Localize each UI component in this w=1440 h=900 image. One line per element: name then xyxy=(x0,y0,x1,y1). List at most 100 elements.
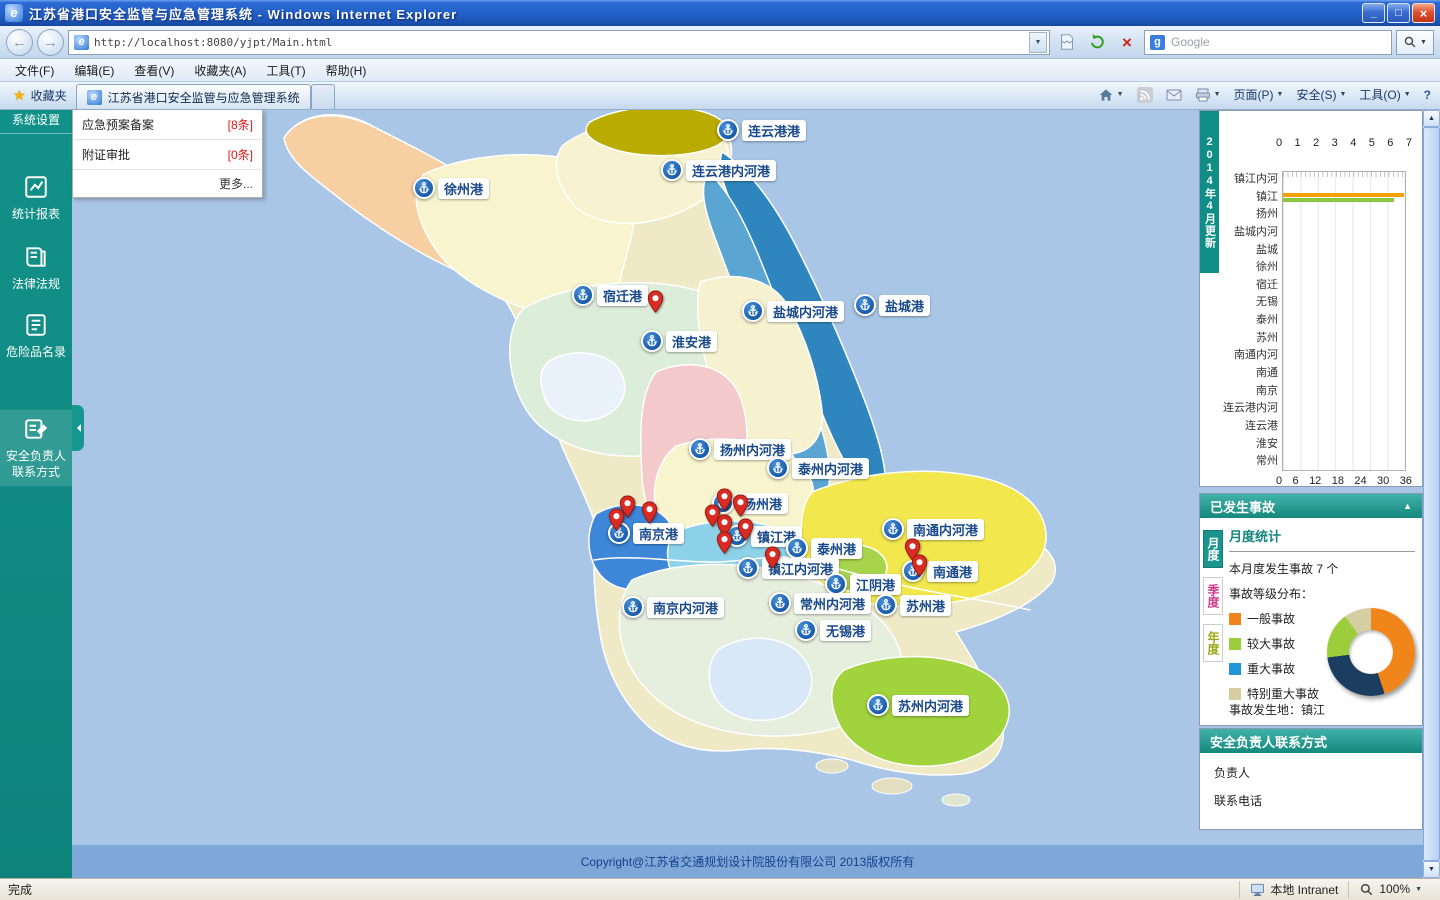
address-bar[interactable]: e http://localhost:8080/yjpt/Main.html ▼ xyxy=(68,29,1050,55)
anchor-icon[interactable] xyxy=(641,330,663,352)
address-dropdown-button[interactable]: ▼ xyxy=(1029,31,1047,53)
search-button[interactable]: ▼ xyxy=(1396,29,1434,55)
port-marker[interactable]: 淮安港 xyxy=(641,330,718,352)
anchor-icon[interactable] xyxy=(742,300,764,322)
scroll-down-button[interactable]: ▼ xyxy=(1423,861,1440,878)
sidebar-item-dangerous-goods[interactable]: 危险品名录 xyxy=(0,306,72,366)
feeds-button[interactable] xyxy=(1132,84,1158,106)
accident-summary: 本月度发生事故 7 个 xyxy=(1229,562,1339,576)
menu-item[interactable]: 编辑(E) xyxy=(64,59,124,82)
incident-pin-icon[interactable] xyxy=(737,518,754,542)
anchor-icon[interactable] xyxy=(854,294,876,316)
forward-button[interactable]: → xyxy=(37,28,64,56)
port-marker[interactable]: 盐城内河港 xyxy=(742,300,845,322)
anchor-icon[interactable] xyxy=(622,596,644,618)
tools-menu-label: 工具(O) xyxy=(1359,88,1401,102)
sidebar-item-safety-contacts[interactable]: 安全负责人联系方式 xyxy=(0,410,72,486)
port-marker[interactable]: 连云港内河港 xyxy=(661,159,777,181)
accident-location: 事故发生地：镇江 xyxy=(1229,703,1326,717)
anchor-icon[interactable] xyxy=(717,119,739,141)
navigation-bar: ← → e http://localhost:8080/yjpt/Main.ht… xyxy=(0,26,1440,59)
port-marker[interactable]: 镇江内河港 xyxy=(737,557,840,579)
collapse-arrow-icon[interactable]: ▲ xyxy=(1403,501,1412,511)
new-tab-stub[interactable] xyxy=(310,84,335,109)
sidebar-item-reports[interactable]: 统计报表 xyxy=(0,168,72,228)
vertical-scrollbar[interactable]: ▲ ▼ xyxy=(1423,110,1440,878)
accident-tab[interactable]: 月度 xyxy=(1203,530,1223,568)
incident-pin-icon[interactable] xyxy=(716,531,733,555)
compatibility-view-button[interactable] xyxy=(1054,29,1080,55)
port-marker[interactable]: 盐城港 xyxy=(854,294,931,316)
incident-pin-icon[interactable] xyxy=(641,501,658,525)
scroll-up-button[interactable]: ▲ xyxy=(1423,110,1440,127)
menu-item[interactable]: 工具(T) xyxy=(256,59,315,82)
url-text[interactable]: http://localhost:8080/yjpt/Main.html xyxy=(94,36,1024,49)
maximize-button[interactable]: □ xyxy=(1387,3,1410,23)
sidebar-item-laws[interactable]: 法律法规 xyxy=(0,238,72,298)
more-link[interactable]: 更多... xyxy=(73,170,262,197)
quick-panel-row[interactable]: 应急预案备案 [8条] xyxy=(73,110,262,140)
quick-panel-row[interactable]: 附证审批 [0条] xyxy=(73,140,262,170)
anchor-icon[interactable] xyxy=(413,177,435,199)
port-marker[interactable]: 南京内河港 xyxy=(622,596,725,618)
port-marker[interactable]: 连云港港 xyxy=(717,119,807,141)
tools-menu-button[interactable]: 工具(O) ▼ xyxy=(1354,83,1415,106)
port-marker[interactable]: 宿迁港 xyxy=(572,284,649,306)
refresh-button[interactable] xyxy=(1084,29,1110,55)
menu-item[interactable]: 收藏夹(A) xyxy=(184,59,256,82)
back-button[interactable]: ← xyxy=(6,28,33,56)
incident-pin-icon[interactable] xyxy=(764,546,781,570)
zoom-level: 100% xyxy=(1379,882,1411,897)
anchor-icon[interactable] xyxy=(786,537,808,559)
search-placeholder[interactable]: Google xyxy=(1171,35,1210,49)
accident-tab[interactable]: 季度 xyxy=(1203,577,1223,615)
sidebar-collapse-handle[interactable] xyxy=(72,405,84,451)
minimize-button[interactable]: _ xyxy=(1362,3,1385,23)
accident-panel-header[interactable]: 已发生事故 ▲ xyxy=(1200,494,1422,518)
search-box[interactable]: g Google xyxy=(1144,29,1392,55)
stop-button[interactable]: × xyxy=(1114,29,1140,55)
anchor-icon[interactable] xyxy=(867,694,889,716)
anchor-icon[interactable] xyxy=(795,619,817,641)
anchor-icon[interactable] xyxy=(767,457,789,479)
safety-menu-button[interactable]: 安全(S) ▼ xyxy=(1291,83,1351,106)
incident-pin-icon[interactable] xyxy=(608,508,625,532)
port-marker[interactable]: 泰州港 xyxy=(786,537,863,559)
anchor-icon[interactable] xyxy=(661,159,683,181)
tab-main[interactable]: e 江苏省港口安全监管与应急管理系统 xyxy=(75,84,311,109)
menu-item[interactable]: 查看(V) xyxy=(124,59,184,82)
anchor-icon[interactable] xyxy=(875,594,897,616)
close-button[interactable]: × xyxy=(1412,3,1435,23)
menu-item[interactable]: 帮助(H) xyxy=(316,59,377,82)
print-button[interactable]: ▼ xyxy=(1190,84,1226,106)
home-button[interactable]: ▼ xyxy=(1093,84,1129,106)
port-marker[interactable]: 苏州港 xyxy=(875,594,952,616)
favorites-button[interactable]: ★ 收藏夹 xyxy=(4,82,76,109)
anchor-icon[interactable] xyxy=(769,592,791,614)
port-marker[interactable]: 泰州内河港 xyxy=(767,457,870,479)
port-marker[interactable]: 徐州港 xyxy=(413,177,490,199)
mail-button[interactable] xyxy=(1161,84,1187,106)
incident-pin-icon[interactable] xyxy=(647,290,664,314)
accident-tab[interactable]: 年度 xyxy=(1203,624,1223,662)
port-marker[interactable]: 南通内河港 xyxy=(882,518,985,540)
port-marker[interactable]: 苏州内河港 xyxy=(867,694,970,716)
page-menu-button[interactable]: 页面(P) ▼ xyxy=(1229,83,1289,106)
menu-item[interactable]: 文件(F) xyxy=(5,59,64,82)
chart-category-label: 泰州 xyxy=(1256,314,1278,327)
scrollbar-thumb[interactable] xyxy=(1423,127,1440,861)
anchor-icon[interactable] xyxy=(882,518,904,540)
zoom-control[interactable]: 100% ▼ xyxy=(1348,881,1432,898)
incident-pin-icon[interactable] xyxy=(911,554,928,578)
port-marker[interactable]: 常州内河港 xyxy=(769,592,872,614)
sidebar-item-system-settings[interactable]: 系统设置 xyxy=(0,110,72,134)
help-button[interactable]: ? xyxy=(1419,85,1436,105)
anchor-icon[interactable] xyxy=(737,557,759,579)
accident-header-label: 已发生事故 xyxy=(1210,499,1276,515)
port-marker[interactable]: 无锡港 xyxy=(795,619,872,641)
contact-panel-header[interactable]: 安全负责人联系方式 xyxy=(1200,729,1422,753)
incident-pin-icon[interactable] xyxy=(732,494,749,518)
anchor-icon[interactable] xyxy=(689,438,711,460)
chart-category-labels: 镇江内河 镇江 扬州 盐城内河 盐城 徐州 宿迁 无锡 泰州 苏州 南通内河 南通 南京 连云港内河 连云港… xyxy=(1210,171,1278,471)
anchor-icon[interactable] xyxy=(572,284,594,306)
